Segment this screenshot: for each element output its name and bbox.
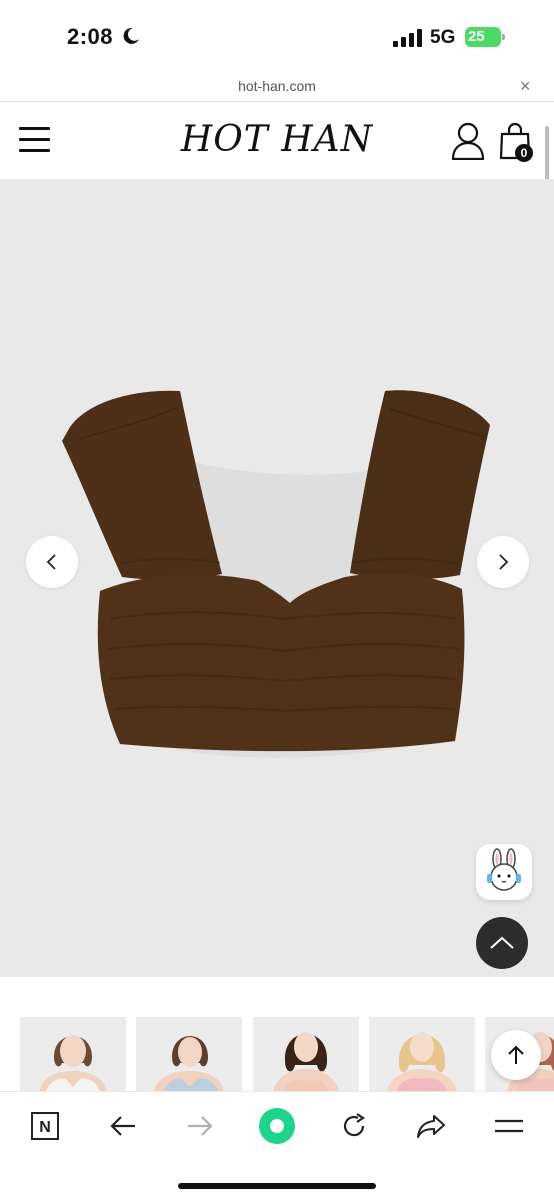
thumbnail[interactable] bbox=[369, 1017, 475, 1091]
arrow-up-icon bbox=[508, 1045, 524, 1064]
product-image bbox=[62, 390, 490, 758]
green-dot-button[interactable] bbox=[257, 1106, 297, 1146]
signal-icon bbox=[393, 29, 422, 47]
chat-support-button[interactable] bbox=[476, 844, 532, 900]
back-button[interactable] bbox=[103, 1106, 143, 1146]
chevron-right-icon bbox=[499, 554, 509, 570]
thumbnail-strip bbox=[20, 1017, 554, 1091]
thumbnail-model-image bbox=[369, 1017, 475, 1091]
thumbnail-model-image bbox=[136, 1017, 242, 1091]
chevron-left-icon bbox=[46, 554, 56, 570]
status-time: 2:08 bbox=[67, 24, 114, 49]
scroll-top-button[interactable] bbox=[476, 917, 528, 969]
forward-arrow-icon bbox=[188, 1116, 213, 1136]
refresh-button[interactable] bbox=[334, 1106, 374, 1146]
carousel-prev-button[interactable] bbox=[26, 536, 78, 588]
product-image-carousel[interactable] bbox=[0, 179, 554, 977]
thumbnail[interactable] bbox=[136, 1017, 242, 1091]
url-text[interactable]: hot-han.com bbox=[0, 78, 554, 94]
naver-home-button[interactable]: N bbox=[25, 1106, 65, 1146]
refresh-icon bbox=[343, 1113, 365, 1137]
thumbnail-model-image bbox=[253, 1017, 359, 1091]
naver-n-icon: N bbox=[31, 1112, 59, 1140]
naver-letter: N bbox=[39, 1119, 51, 1136]
thumbnail-model-image bbox=[20, 1017, 126, 1091]
cart-count-badge[interactable]: 0 bbox=[515, 144, 533, 162]
thumbnail[interactable] bbox=[253, 1017, 359, 1091]
scroll-up-button[interactable] bbox=[491, 1030, 541, 1080]
forward-button[interactable] bbox=[180, 1106, 220, 1146]
share-button[interactable] bbox=[411, 1106, 451, 1146]
home-indicator[interactable] bbox=[178, 1183, 376, 1189]
carousel-next-button[interactable] bbox=[477, 536, 529, 588]
network-label: 5G bbox=[430, 27, 456, 48]
bunny-chat-icon bbox=[487, 848, 521, 891]
thumbnail[interactable] bbox=[20, 1017, 126, 1091]
site-header: HOT HAN 0 bbox=[0, 102, 554, 179]
menu-lines-icon bbox=[495, 1119, 523, 1133]
close-icon[interactable]: × bbox=[520, 77, 531, 95]
user-icon[interactable] bbox=[451, 122, 485, 160]
green-dot-icon bbox=[259, 1108, 295, 1144]
moon-icon bbox=[123, 27, 139, 44]
status-bar: 2:08 5G 25 bbox=[0, 0, 554, 72]
battery-icon: 25 bbox=[465, 27, 505, 47]
url-bar[interactable]: hot-han.com × bbox=[0, 72, 554, 102]
battery-level: 25 bbox=[468, 28, 485, 45]
menu-button[interactable] bbox=[489, 1106, 529, 1146]
chevron-up-icon bbox=[490, 936, 514, 949]
share-icon bbox=[417, 1115, 445, 1138]
back-arrow-icon bbox=[110, 1116, 135, 1136]
